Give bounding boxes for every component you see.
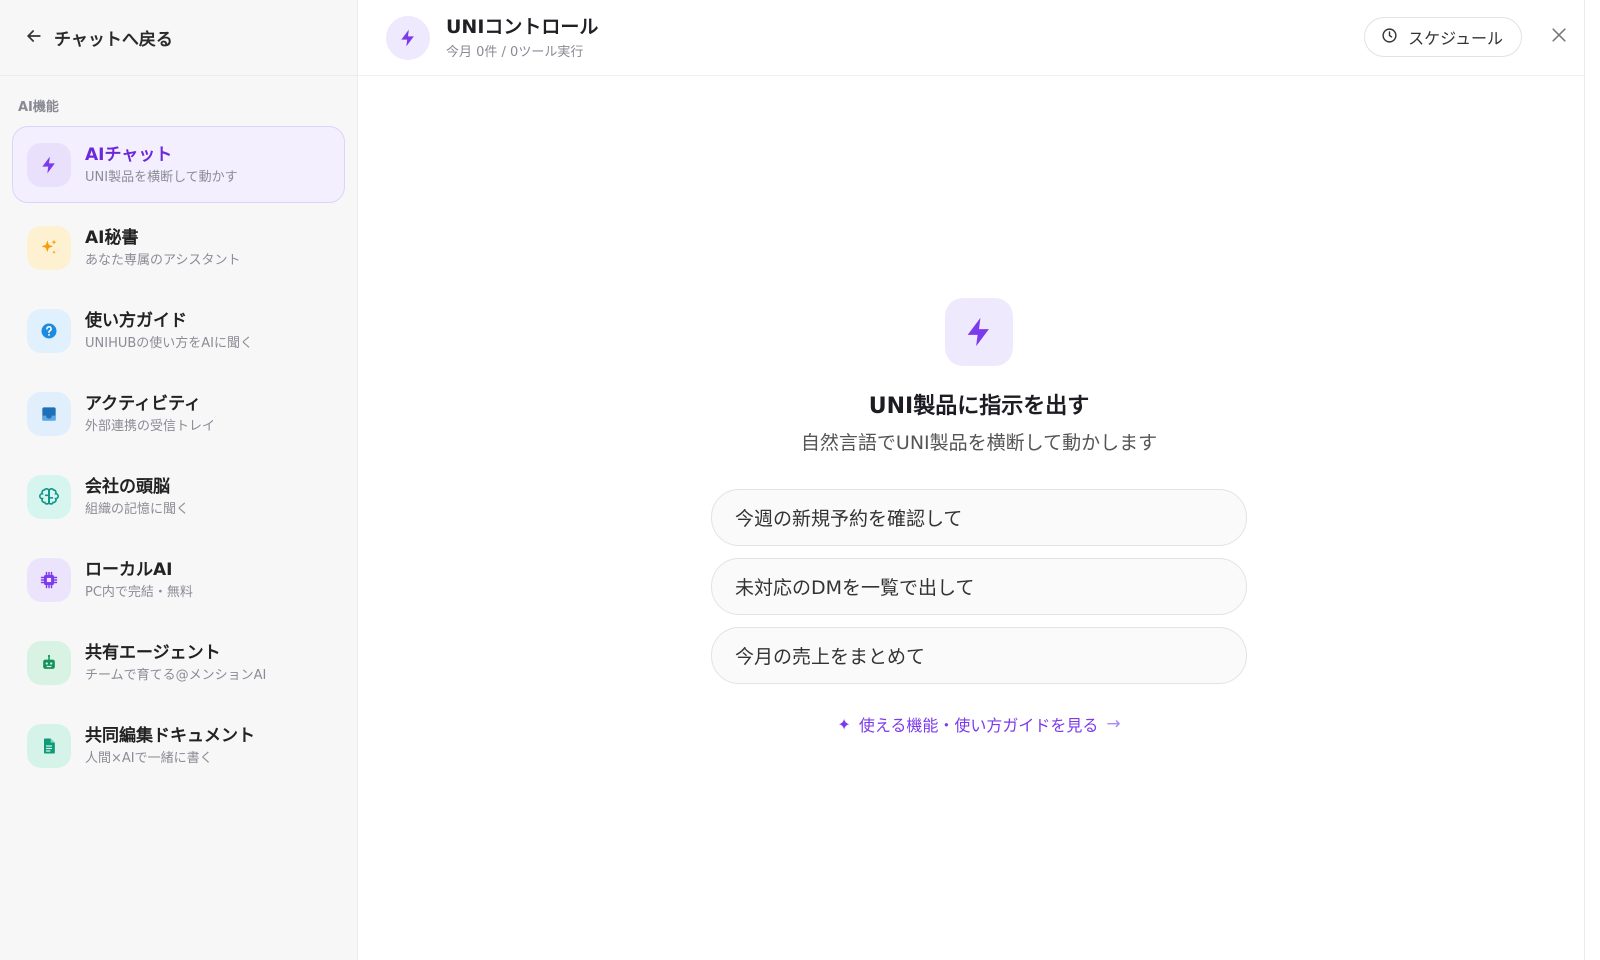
- inbox-icon: [27, 391, 71, 436]
- sidebar-item-ai-chat[interactable]: AIチャット UNI製品を横断して動かす: [12, 126, 345, 203]
- ai-feature-nav: AIチャット UNI製品を横断して動かす AI秘書 あなた専属のアシスタント 使…: [0, 126, 357, 784]
- back-label: チャットへ戻る: [54, 30, 173, 50]
- sidebar-item-subtitle: 人間×AIで一緒に書く: [85, 750, 213, 766]
- sidebar-item-subtitle: あなた専属のアシスタント: [85, 252, 241, 268]
- bolt-icon: [945, 298, 1013, 366]
- chip-icon: [27, 557, 71, 602]
- sidebar-item-activity[interactable]: アクティビティ 外部連携の受信トレイ: [12, 375, 345, 452]
- header: UNIコントロール 今月 0件 / 0ツール実行 スケジュール: [358, 0, 1600, 76]
- sidebar-item-local-ai[interactable]: ローカルAI PC内で完結・無料: [12, 541, 345, 618]
- sidebar-item-title: 使い方ガイド: [85, 310, 187, 331]
- sidebar-item-subtitle: チームで育てる@メンションAI: [85, 667, 267, 683]
- document-icon: [27, 723, 71, 768]
- back-to-chat-button[interactable]: チャットへ戻る: [0, 0, 357, 76]
- empty-state-title: UNI製品に指示を出す: [868, 394, 1090, 419]
- schedule-label: スケジュール: [1408, 29, 1503, 48]
- suggestion-chip[interactable]: 今週の新規予約を確認して: [711, 489, 1247, 546]
- page-title: UNIコントロール: [446, 16, 599, 38]
- sidebar-item-title: アクティビティ: [85, 393, 202, 414]
- app-root: チャットへ戻る AI機能 AIチャット UNI製品を横断して動かす AI秘書 あ…: [0, 0, 1600, 960]
- empty-state-subtitle: 自然言語でUNI製品を横断して動かします: [800, 432, 1158, 454]
- guide-link-label: 使える機能・使い方ガイドを見る: [858, 716, 1099, 735]
- schedule-button[interactable]: スケジュール: [1364, 17, 1522, 57]
- sidebar-item-title: AIチャット: [85, 144, 173, 165]
- sidebar-item-title: ローカルAI: [85, 559, 173, 580]
- bolt-icon: [27, 142, 71, 187]
- sidebar-item-title: 共同編集ドキュメント: [85, 725, 255, 746]
- empty-state: UNI製品に指示を出す 自然言語でUNI製品を横断して動かします 今週の新規予約…: [358, 298, 1600, 736]
- usage-status: 今月 0件 / 0ツール実行: [446, 45, 584, 60]
- sidebar-item-subtitle: UNIHUBの使い方をAIに聞く: [85, 335, 254, 351]
- sidebar: チャットへ戻る AI機能 AIチャット UNI製品を横断して動かす AI秘書 あ…: [0, 0, 358, 960]
- clock-icon: [1381, 27, 1398, 48]
- sparkle-icon: [27, 225, 71, 270]
- sidebar-item-subtitle: PC内で完結・無料: [85, 584, 193, 600]
- sidebar-item-company-brain[interactable]: 会社の頭脳 組織の記憶に聞く: [12, 458, 345, 535]
- sidebar-item-title: 会社の頭脳: [85, 476, 170, 497]
- suggestion-list: 今週の新規予約を確認して 未対応のDMを一覧で出して 今月の売上をまとめて: [711, 489, 1247, 684]
- main-panel: UNIコントロール 今月 0件 / 0ツール実行 スケジュール UNI製品に指示…: [358, 0, 1600, 960]
- arrow-right-icon: →: [1106, 714, 1121, 734]
- scrollbar[interactable]: [1584, 0, 1600, 960]
- close-button[interactable]: [1546, 24, 1572, 50]
- section-label: AI機能: [18, 100, 59, 115]
- bolt-icon: [386, 15, 430, 60]
- sidebar-item-shared-document[interactable]: 共同編集ドキュメント 人間×AIで一緒に書く: [12, 707, 345, 784]
- close-icon: [1549, 25, 1569, 49]
- brain-icon: [27, 474, 71, 519]
- sidebar-item-ai-secretary[interactable]: AI秘書 あなた専属のアシスタント: [12, 209, 345, 286]
- sidebar-item-title: 共有エージェント: [85, 642, 221, 663]
- suggestion-chip[interactable]: 未対応のDMを一覧で出して: [711, 558, 1247, 615]
- sidebar-item-shared-agent[interactable]: 共有エージェント チームで育てる@メンションAI: [12, 624, 345, 701]
- help-circle-icon: [27, 308, 71, 353]
- arrow-left-icon: [24, 26, 44, 49]
- sidebar-item-subtitle: 組織の記憶に聞く: [85, 501, 190, 517]
- suggestion-chip[interactable]: 今月の売上をまとめて: [711, 627, 1247, 684]
- sparkle-icon: ✦: [837, 714, 851, 734]
- robot-icon: [27, 640, 71, 685]
- sidebar-item-subtitle: 外部連携の受信トレイ: [85, 418, 216, 434]
- sidebar-item-subtitle: UNI製品を横断して動かす: [85, 169, 238, 185]
- usage-guide-link[interactable]: ✦ 使える機能・使い方ガイドを見る →: [837, 712, 1120, 736]
- sidebar-item-usage-guide[interactable]: 使い方ガイド UNIHUBの使い方をAIに聞く: [12, 292, 345, 369]
- sidebar-item-title: AI秘書: [85, 227, 139, 248]
